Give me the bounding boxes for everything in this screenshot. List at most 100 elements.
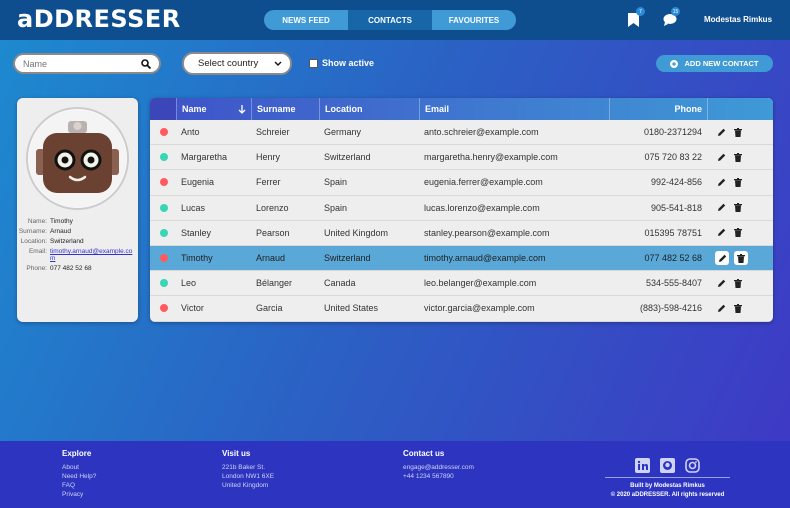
edit-button[interactable] [715,176,727,188]
row-actions [707,302,767,314]
label-email: Email: [28,248,47,255]
table-row[interactable]: Anto Schreier Germany anto.schreier@example… [150,120,773,146]
instagram-icon[interactable] [685,457,701,473]
status-cell [150,196,176,220]
edit-button[interactable] [715,251,729,266]
header-email[interactable]: Email [419,98,609,120]
contact-info: Name: Timothy Surname: Arnaud Location: Swi… [17,218,138,275]
trash-icon [734,127,742,137]
edit-button[interactable] [715,227,727,239]
top-navbar: aDDRESSER NEWS FEED CONTACTS FAVOURITES … [0,0,790,40]
edit-button[interactable] [715,202,727,214]
add-contact-button[interactable]: ADD NEW CONTACT [656,55,773,72]
pencil-icon [717,128,725,136]
messages-button[interactable]: 15 [663,7,680,29]
linkedin-icon[interactable] [635,457,651,473]
delete-button[interactable] [732,227,744,239]
cell-name: Lucas [181,202,206,213]
status-dot [160,153,168,162]
footer-address-line: United Kingdom [222,482,269,489]
delete-button[interactable] [732,277,744,289]
cell-surname: Schreier [256,127,290,138]
status-dot [160,128,168,137]
delete-button[interactable] [734,251,748,266]
status-dot [160,279,168,288]
footer-social: Built by Modestas Rimkus © 2020 aDDRESSE… [605,457,730,500]
footer-email[interactable]: engage@addresser.com [403,463,474,472]
search-input[interactable] [23,58,128,69]
footer-address-line: London NW1 6XE [222,473,275,480]
cell-location: Spain [324,177,348,188]
country-select[interactable]: Select country [182,52,292,75]
table-row[interactable]: Timothy Arnaud Switzerland timothy.arnaud@e… [150,245,773,272]
header-name[interactable]: Name [176,98,251,120]
cell-phone: 992-424-856 [650,177,702,188]
trash-icon [734,278,742,288]
search-box [13,53,161,74]
footer-explore: Explore About Need Help? FAQ Privacy [62,449,96,499]
footer-link-privacy[interactable]: Privacy [62,490,96,499]
pencil-icon [717,229,725,237]
footer-phone: +44 1234 567890 [403,473,454,480]
show-active-toggle[interactable]: Show active [309,58,374,68]
edit-button[interactable] [715,302,727,314]
label-name: Name: [27,218,47,225]
table-row[interactable]: Victor Garcia United States victor.garcia@e… [150,296,773,322]
country-select-value: Select country [198,58,259,69]
edit-button[interactable] [715,151,727,163]
user-name[interactable]: Modestas Rimkus [704,15,772,24]
cell-location: Switzerland [324,152,371,163]
table-row[interactable]: Lucas Lorenzo Spain lucas.lorenzo@example.c… [150,196,773,221]
cell-email: eugenia.ferrer@example.com [424,177,543,188]
footer-link-faq[interactable]: FAQ [62,481,96,490]
nav-news-feed[interactable]: NEWS FEED [264,10,348,30]
footer-link-about[interactable]: About [62,463,96,472]
cell-email: leo.belanger@example.com [424,278,537,289]
show-active-checkbox[interactable] [309,58,318,68]
delete-button[interactable] [732,302,744,314]
footer: Explore About Need Help? FAQ Privacy Vis… [0,441,790,508]
table-row[interactable]: Stanley Pearson United Kingdom stanley.pear… [150,221,773,246]
header-phone[interactable]: Phone [609,98,707,120]
chevron-down-icon [274,61,282,66]
delete-button[interactable] [732,202,744,214]
table-row[interactable]: Margaretha Henry Switzerland margaretha.hen… [150,145,773,171]
edit-button[interactable] [715,277,727,289]
pencil-icon [717,279,725,287]
add-contact-label: ADD NEW CONTACT [684,59,759,68]
delete-button[interactable] [732,176,744,188]
app-logo[interactable]: aDDRESSER [17,5,181,33]
trash-icon [734,203,742,213]
bookmark-button[interactable]: 7 [628,7,645,30]
nav-favourites[interactable]: FAVOURITES [432,10,516,30]
cell-surname: Henry [256,152,281,163]
nav-contacts[interactable]: CONTACTS [348,10,432,30]
show-active-label: Show active [322,58,375,68]
row-actions [707,202,767,214]
github-icon[interactable] [660,457,676,473]
cell-name: Eugenia [181,177,215,188]
label-phone: Phone: [26,265,47,272]
pencil-icon [717,304,725,312]
status-cell [150,145,176,169]
cell-phone: 0180-2371294 [643,127,702,138]
header-surname[interactable]: Surname [251,98,319,120]
delete-button[interactable] [732,151,744,163]
cell-name: Stanley [181,227,212,238]
status-cell [150,120,176,144]
value-surname: Arnaud [50,228,71,235]
table-row[interactable]: Eugenia Ferrer Spain eugenia.ferrer@example… [150,170,773,196]
edit-button[interactable] [715,126,727,138]
cell-location: United Kingdom [324,227,389,238]
trash-icon [737,253,745,263]
cell-location: Spain [324,202,348,213]
status-dot [160,203,168,212]
header-location[interactable]: Location [319,98,419,120]
delete-button[interactable] [732,126,744,138]
value-email-link[interactable]: timothy.arnaud@example.com [50,248,134,262]
cell-surname: Ferrer [256,177,281,188]
footer-link-help[interactable]: Need Help? [62,472,96,481]
table-row[interactable]: Leo Bélanger Canada leo.belanger@example.co… [150,271,773,297]
search-icon[interactable] [141,58,151,69]
status-cell [150,271,176,295]
